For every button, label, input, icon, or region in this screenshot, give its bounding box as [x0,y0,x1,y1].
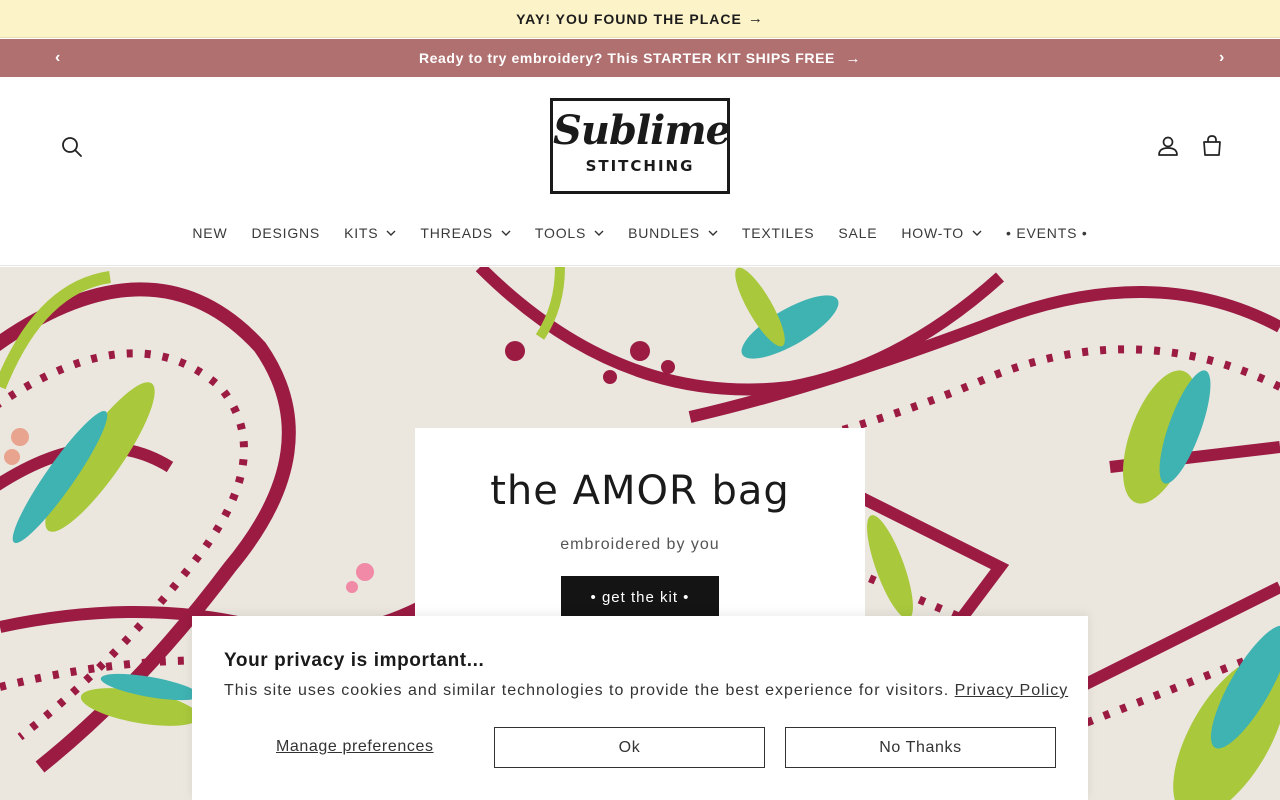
nav-label: NEW [192,225,228,241]
no-thanks-button[interactable]: No Thanks [785,727,1056,768]
nav-item-new[interactable]: NEW [180,220,239,246]
manage-preferences-link[interactable]: Manage preferences [276,738,434,756]
main-nav: NEW DESIGNS KITS THREADS TOOLS BUNDLES T… [0,220,1280,246]
nav-item-threads[interactable]: THREADS [408,220,523,246]
nav-label: TEXTILES [741,225,815,241]
nav-item-kits[interactable]: KITS [332,220,408,246]
nav-label: HOW-TO [901,225,964,241]
ok-button[interactable]: Ok [494,727,765,768]
hero-card: the AMOR bag embroidered by you • get th… [415,428,865,628]
nav-label: • EVENTS • [1006,225,1088,241]
announcement-bar: ‹ Ready to try embroidery? This STARTER … [0,39,1280,77]
hero-subtitle: embroidered by you [560,536,720,553]
cookie-message: This site uses cookies and similar techn… [224,682,1068,700]
account-button[interactable] [1154,132,1182,160]
nav-label: THREADS [420,225,493,241]
site-header: Sublime STITCHING NEW DESIGNS KITS THREA… [0,78,1280,266]
nav-label: DESIGNS [251,225,321,241]
hero-title: the AMOR bag [490,468,790,514]
chevron-down-icon [386,230,396,236]
logo-caps-text: STITCHING [585,157,695,175]
nav-label: KITS [344,225,379,241]
announcement-link[interactable]: Ready to try embroidery? This STARTER KI… [419,50,861,67]
chevron-down-icon [501,230,511,236]
chevron-left-icon[interactable]: ‹ [38,39,78,77]
bag-icon [1203,135,1221,156]
arrow-right-icon: → [845,49,862,67]
chevron-down-icon [594,230,604,236]
nav-item-tools[interactable]: TOOLS [523,220,616,246]
nav-label: SALE [838,225,878,241]
top-banner[interactable]: YAY! YOU FOUND THE PLACE → [0,0,1280,38]
privacy-policy-link[interactable]: Privacy Policy [955,682,1069,699]
nav-item-events[interactable]: • EVENTS • [994,220,1100,246]
announcement-text: Ready to try embroidery? This STARTER KI… [418,49,835,66]
nav-item-designs[interactable]: DESIGNS [239,220,332,246]
nav-label: TOOLS [534,225,587,241]
search-button[interactable] [58,133,86,161]
user-icon [1158,136,1178,156]
cart-button[interactable] [1198,132,1226,160]
site-logo[interactable]: Sublime STITCHING [550,98,731,194]
logo-script-text: Sublime [553,107,731,154]
cookie-title: Your privacy is important... [224,650,485,671]
chevron-down-icon [708,230,718,236]
nav-item-sale[interactable]: SALE [826,220,889,246]
nav-item-how-to[interactable]: HOW-TO [889,220,994,246]
cookie-message-text: This site uses cookies and similar techn… [224,682,955,699]
nav-item-bundles[interactable]: BUNDLES [616,220,730,246]
chevron-right-icon[interactable]: › [1202,39,1242,77]
top-banner-text: YAY! YOU FOUND THE PLACE [516,10,742,27]
arrow-right-icon: → [747,10,764,27]
nav-item-textiles[interactable]: TEXTILES [730,220,827,246]
nav-label: BUNDLES [628,225,700,241]
chevron-down-icon [972,230,982,236]
cookie-consent-banner: Your privacy is important... This site u… [192,616,1088,800]
search-icon [62,137,82,157]
